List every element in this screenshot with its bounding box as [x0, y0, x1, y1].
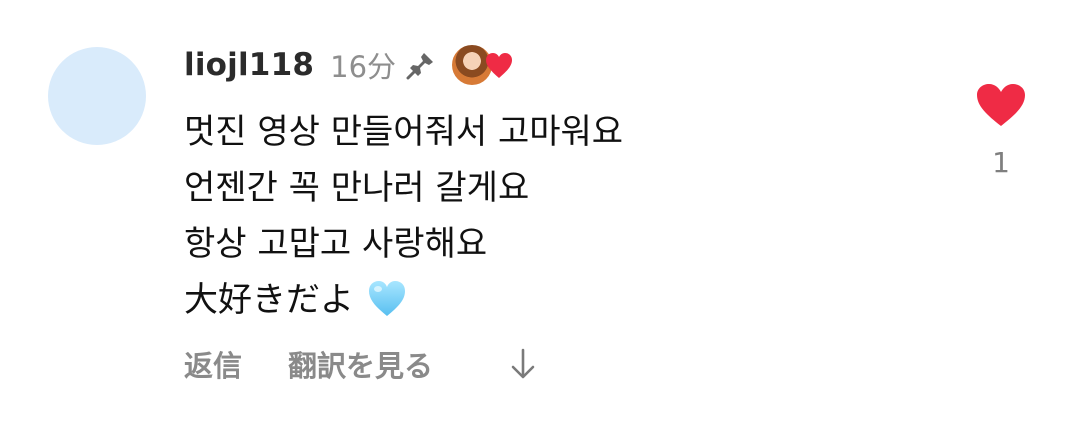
comment-line-4: 大好きだよ: [184, 272, 623, 328]
comment-line-2: 언젠간 꼭 만나러 갈게요: [184, 168, 530, 208]
reply-button[interactable]: 返信: [184, 343, 242, 385]
comment-line-3: 항상 고맙고 사랑해요: [184, 224, 488, 264]
pin-icon: [406, 53, 434, 80]
blue-heart-icon: [368, 281, 405, 316]
down-arrow-icon[interactable]: [508, 347, 538, 381]
comment-text: 멋진 영상 만들어줘서 고마워요 언젠간 꼭 만나러 갈게요 항상 고맙고 사랑…: [184, 104, 623, 328]
user-avatar[interactable]: [48, 47, 146, 145]
like-count: 1: [992, 146, 1010, 179]
creator-liked-heart-icon: [486, 53, 513, 78]
creator-liked-indicator: [450, 43, 516, 87]
comment-actions: 返信 翻訳を見る: [184, 341, 538, 387]
comment-line-4-text: 大好きだよ: [184, 280, 354, 320]
username[interactable]: liojl118: [184, 47, 314, 83]
comment-time: 16分: [330, 50, 397, 84]
translate-button[interactable]: 翻訳を見る: [288, 343, 433, 385]
like-button[interactable]: 1: [974, 82, 1028, 179]
comment-header: liojl118 16分: [184, 42, 516, 88]
comment-line-1: 멋진 영상 만들어줘서 고마워요: [184, 112, 624, 152]
heart-icon[interactable]: [975, 82, 1027, 128]
